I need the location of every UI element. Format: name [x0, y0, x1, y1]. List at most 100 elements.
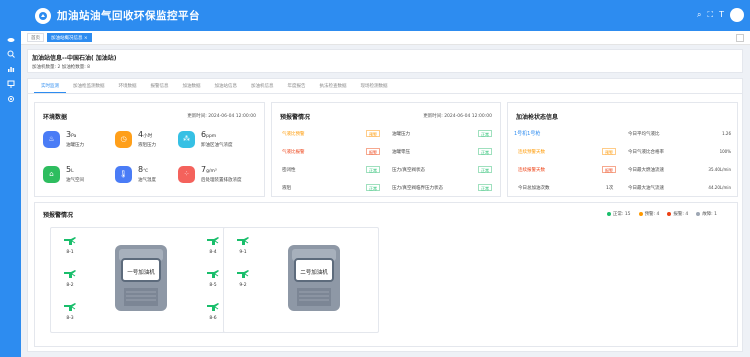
nozzle[interactable]: 8-2 — [63, 269, 77, 288]
env-title: 环境数据 — [43, 114, 68, 121]
dispenser-name: 一号加油机 — [127, 270, 155, 276]
env-unit: ℃ — [143, 169, 149, 174]
env-item: 🌡 8℃ 油气温度 — [115, 165, 156, 183]
env-label: 卸油区油气浓度 — [201, 143, 233, 148]
env-label: 油罐压力 — [66, 143, 84, 148]
tab-fuel-data[interactable]: 加油数据 — [176, 79, 208, 93]
nozzle[interactable]: 8-1 — [63, 236, 77, 255]
env-unit: Pa — [71, 134, 77, 139]
alarm-time: 更新时间: 2024-06-04 12:00:00 — [423, 114, 492, 119]
font-size-icon[interactable]: T — [719, 10, 724, 20]
bubbles-icon: ⁂ — [178, 130, 195, 148]
tab-inspection[interactable]: 执法检查数据 — [313, 79, 354, 93]
gun-stat-label: 今日总加油次数 — [518, 186, 550, 191]
nozzle-icon — [237, 270, 249, 278]
gun-stat-label: 今日最大油气流速 — [628, 186, 664, 191]
station-title: 加油站信息--中国石油( 加油站) — [32, 55, 117, 62]
status-badge: 预警 — [602, 148, 616, 155]
legend-item: 报警: 4 — [667, 211, 688, 217]
sidebar-item-settings[interactable] — [0, 91, 21, 106]
status-badge: 正常 — [366, 166, 380, 173]
env-item: ♨ 3Pa 油罐压力 — [43, 130, 84, 148]
app-logo — [35, 7, 51, 24]
env-time: 更新时间: 2024-06-04 12:00:00 — [187, 114, 256, 119]
alarm-label: 密闭性 — [282, 168, 296, 173]
tab-station-info[interactable]: 加油站信息 — [208, 79, 245, 93]
env-unit: L — [71, 169, 74, 174]
alarm-panel: 预报警情况 更新时间: 2024-06-04 12:00:00 气液比预警 预警… — [271, 102, 501, 197]
tab-gun-data[interactable]: 加油枪监测数据 — [66, 79, 112, 93]
fullscreen-icon[interactable]: ⛶ — [708, 10, 714, 20]
alarm-label: 压力/真空阀状态 — [392, 168, 426, 173]
monitor-module: 实时监测 加油枪监测数据 环境数据 报警信息 加油数据 加油站信息 加油机信息 … — [27, 78, 743, 352]
tab-field-test[interactable]: 现场检测数据 — [354, 79, 395, 93]
nozzle[interactable]: 8-6 — [206, 302, 220, 321]
legend-item: 正常: 15 — [606, 211, 631, 217]
dispenser-card[interactable]: 9-1 9-2 二号加油机 — [223, 227, 379, 333]
sidebar-item-search[interactable] — [0, 46, 21, 61]
sidebar-item-dashboard[interactable] — [0, 31, 21, 46]
gun-panel: 加油枪状态信息 1号机1号枪 连续预警天数 预警 连续报警天数 报警 今日总加油… — [507, 102, 738, 197]
env-panel: 环境数据 更新时间: 2024-06-04 12:00:00 ♨ 3Pa 油罐压力… — [34, 102, 265, 197]
nozzle-icon — [237, 237, 249, 245]
app-title: 加油站油气回收环保监控平台 — [57, 10, 200, 22]
status-badge: 正常 — [478, 166, 492, 173]
nozzle-icon — [64, 270, 76, 278]
alert-section-title: 预报警情况 — [43, 212, 74, 219]
alarm-label: 气液比预警 — [282, 132, 305, 137]
thermometer-icon: 🌡 — [115, 165, 132, 183]
gun-selector[interactable]: 1号机1号枪 — [514, 130, 540, 137]
status-legend: 正常: 15 预警: 4 报警: 4 故障: 1 — [606, 211, 717, 217]
module-tabs: 实时监测 加油枪监测数据 环境数据 报警信息 加油数据 加油站信息 加油机信息 … — [28, 79, 742, 94]
status-badge: 报警 — [602, 166, 616, 173]
nozzle-icon — [207, 270, 219, 278]
page-tab-bar: 首页 加油站概况信息 × — [21, 31, 750, 45]
gear-icon — [7, 95, 14, 102]
nozzle-icon — [207, 237, 219, 245]
env-item: ⌂ 5L 油气空间 — [43, 165, 84, 183]
monitor-icon — [7, 80, 14, 87]
tab-annual-report[interactable]: 年度报告 — [281, 79, 313, 93]
tab-menu-button[interactable] — [736, 34, 744, 42]
tab-station-overview[interactable]: 加油站概况信息 × — [47, 33, 92, 42]
env-item: ⁘ 7g/m³ 后处理装置排放浓度 — [178, 165, 242, 183]
tab-env-data[interactable]: 环境数据 — [112, 79, 144, 93]
status-badge: 正常 — [478, 130, 492, 137]
tank-icon: ⌂ — [43, 165, 60, 183]
nozzle[interactable]: 9-1 — [236, 236, 250, 255]
tab-realtime[interactable]: 实时监测 — [34, 79, 66, 93]
env-unit: g/m³ — [206, 169, 217, 174]
nozzle[interactable]: 9-2 — [236, 269, 250, 288]
sidebar-item-stats[interactable] — [0, 61, 21, 76]
sidebar-item-monitor[interactable] — [0, 76, 21, 91]
gun-stat-label: 连续预警天数 — [518, 150, 545, 155]
gun-stat-label: 今日平均气液比 — [628, 132, 660, 137]
gun-stat-value: 1.26 — [722, 131, 731, 136]
env-item: ⁂ 6ppm 卸油区油气浓度 — [178, 130, 233, 148]
search-icon[interactable]: ⌕ — [697, 10, 701, 20]
legend-item: 故障: 1 — [696, 211, 717, 217]
status-badge: 正常 — [366, 184, 380, 191]
gun-stat-label: 今日气液比合格率 — [628, 150, 664, 155]
alarm-label: 油罐压力 — [392, 132, 410, 137]
tab-home[interactable]: 首页 — [27, 33, 44, 42]
nozzle[interactable]: 8-4 — [206, 236, 220, 255]
gun-stat-value: 35.40L/min — [708, 167, 731, 172]
nozzle[interactable]: 8-3 — [63, 302, 77, 321]
fuel-dispenser-icon — [288, 245, 340, 311]
clock-icon: ◷ — [115, 130, 132, 148]
station-counts: 加油机数量: 2 加油枪数量: 8 — [32, 65, 91, 70]
nozzle-icon — [64, 237, 76, 245]
avatar[interactable] — [730, 8, 744, 22]
particles-icon: ⁘ — [178, 165, 195, 183]
dispenser-card[interactable]: 8-1 8-2 8-3 一号加油机 8-4 8-5 8-6 — [50, 227, 234, 333]
tab-alarm-info[interactable]: 报警信息 — [144, 79, 176, 93]
alarm-label: 油罐零压 — [392, 150, 410, 155]
gun-title: 加油枪状态信息 — [516, 114, 559, 121]
station-info: 加油站信息--中国石油( 加油站) 加油机数量: 2 加油枪数量: 8 — [27, 49, 743, 73]
nozzle[interactable]: 8-5 — [206, 269, 220, 288]
status-badge: 报警 — [366, 148, 380, 155]
tab-dispenser-info[interactable]: 加油机信息 — [244, 79, 281, 93]
env-item: ◷ 4小时 液阻压力 — [115, 130, 156, 148]
env-label: 油气温度 — [138, 178, 156, 183]
